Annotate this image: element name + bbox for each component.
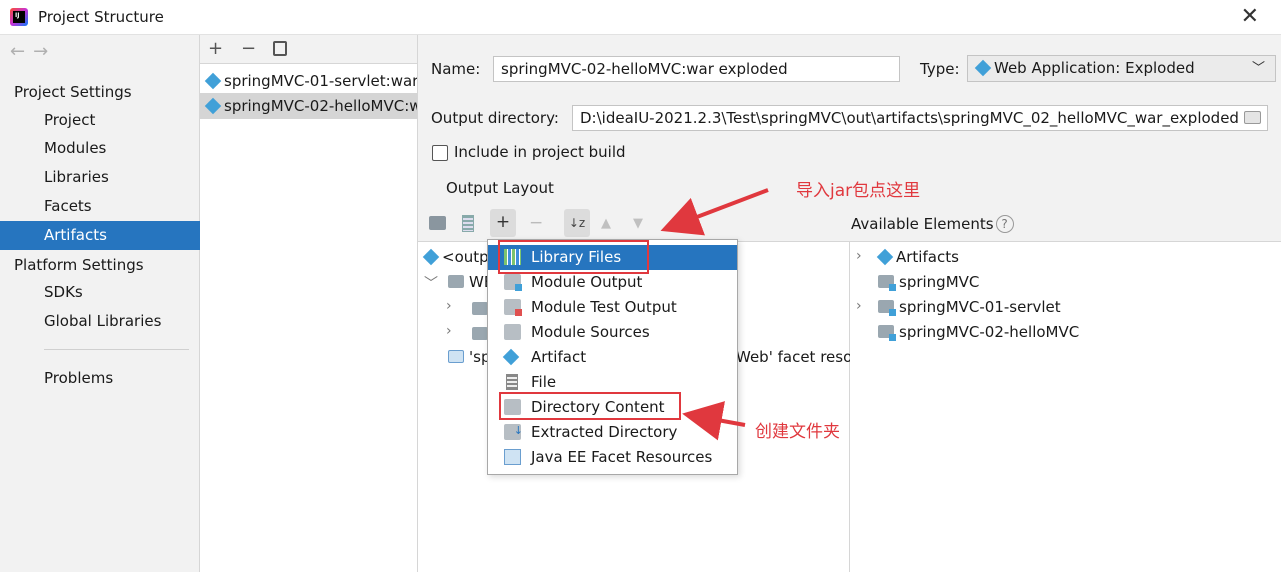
move-down-icon[interactable]: ▼ bbox=[633, 216, 643, 231]
type-dropdown[interactable]: Web Application: Exploded ﹀ bbox=[967, 55, 1276, 82]
artifact-icon bbox=[204, 72, 222, 90]
sort-icon[interactable]: ↓z bbox=[564, 209, 590, 237]
folder-icon bbox=[472, 327, 488, 340]
copy-icon[interactable] bbox=[273, 41, 287, 56]
include-in-build-checkbox[interactable] bbox=[432, 145, 448, 161]
output-layout-label: Output Layout bbox=[446, 179, 554, 197]
section-platform-settings: Platform Settings bbox=[14, 256, 144, 274]
help-icon[interactable]: ? bbox=[995, 215, 1014, 233]
remove-artifact-button[interactable]: − bbox=[241, 38, 256, 59]
folder-icon bbox=[472, 302, 488, 315]
back-forward-icons[interactable]: ←→ bbox=[10, 41, 56, 62]
highlight-box-directory-content bbox=[499, 392, 681, 420]
divider bbox=[44, 349, 189, 350]
chevron-right-icon[interactable]: › bbox=[446, 298, 452, 314]
menu-item-module-sources[interactable]: Module Sources bbox=[488, 320, 737, 345]
type-label: Type: bbox=[920, 60, 960, 78]
artifact-list-item-selected[interactable]: springMVC-02-helloMVC:war bbox=[200, 93, 417, 119]
include-in-build-label: Include in project build bbox=[454, 143, 626, 161]
close-icon[interactable]: ✕ bbox=[1241, 4, 1259, 29]
javaee-facet-icon bbox=[504, 449, 521, 465]
javaee-facet-icon bbox=[448, 350, 464, 363]
folder-icon bbox=[448, 275, 464, 288]
archive-icon[interactable] bbox=[462, 215, 474, 232]
available-elements-tree: › Artifacts springMVC › springMVC-01-ser… bbox=[850, 241, 1281, 572]
menu-item-artifact[interactable]: Artifact bbox=[488, 345, 737, 370]
name-field[interactable]: springMVC-02-helloMVC:war exploded bbox=[493, 56, 900, 82]
annotation-import-jar: 导入jar包点这里 bbox=[796, 181, 921, 201]
output-directory-field[interactable]: D:\ideaIU-2021.2.3\Test\springMVC\out\ar… bbox=[572, 105, 1268, 131]
sidebar-item-project[interactable]: Project bbox=[0, 106, 200, 135]
title-bar: IJ Project Structure ✕ bbox=[0, 0, 1281, 35]
available-item-artifacts[interactable]: Artifacts bbox=[876, 248, 959, 266]
module-output-icon bbox=[504, 274, 522, 291]
sidebar-item-global-libraries[interactable]: Global Libraries bbox=[0, 307, 200, 336]
available-elements-label: Available Elements? bbox=[851, 215, 1014, 233]
menu-item-module-test-output[interactable]: Module Test Output bbox=[488, 295, 737, 320]
module-icon bbox=[878, 275, 896, 291]
tree-row-facet-resources[interactable]: 'sp bbox=[448, 348, 490, 366]
output-directory-label: Output directory: bbox=[431, 109, 559, 127]
annotation-create-folder: 创建文件夹 bbox=[755, 422, 840, 442]
output-layout-toolbar: + − ↓z ▲ ▼ Available Elements? bbox=[418, 207, 1281, 241]
new-folder-icon[interactable] bbox=[429, 216, 446, 230]
remove-element-button[interactable]: − bbox=[529, 213, 543, 233]
window-title: Project Structure bbox=[38, 8, 164, 26]
available-item-module[interactable]: springMVC-02-helloMVC bbox=[878, 323, 1079, 341]
chevron-right-icon[interactable]: › bbox=[856, 248, 862, 264]
artifact-icon bbox=[876, 248, 894, 266]
move-up-icon[interactable]: ▲ bbox=[601, 216, 611, 231]
name-label: Name: bbox=[431, 60, 481, 78]
web-app-icon bbox=[974, 59, 992, 77]
chevron-down-icon: ﹀ bbox=[1251, 61, 1265, 76]
module-icon bbox=[878, 300, 896, 316]
artifact-icon bbox=[204, 97, 222, 115]
add-artifact-button[interactable]: + bbox=[208, 38, 223, 59]
artifacts-list-panel: + − springMVC-01-servlet:war springMVC-0… bbox=[200, 35, 418, 572]
sidebar-item-modules[interactable]: Modules bbox=[0, 134, 200, 163]
available-item-module[interactable]: springMVC-01-servlet bbox=[878, 298, 1061, 316]
module-test-output-icon bbox=[504, 299, 522, 316]
module-icon bbox=[878, 325, 896, 341]
module-sources-icon bbox=[504, 324, 521, 340]
settings-sidebar: ←→ Project Settings Project Modules Libr… bbox=[0, 35, 200, 572]
sidebar-item-problems[interactable]: Problems bbox=[0, 364, 200, 393]
intellij-app-icon: IJ bbox=[10, 8, 28, 26]
sidebar-item-sdks[interactable]: SDKs bbox=[0, 278, 200, 307]
chevron-right-icon[interactable]: › bbox=[856, 298, 862, 314]
menu-item-extracted-directory[interactable]: Extracted Directory bbox=[488, 418, 737, 445]
sidebar-item-libraries[interactable]: Libraries bbox=[0, 163, 200, 192]
section-project-settings: Project Settings bbox=[14, 83, 132, 101]
artifact-icon bbox=[422, 248, 440, 266]
artifacts-toolbar: + − bbox=[200, 35, 417, 64]
sidebar-item-facets[interactable]: Facets bbox=[0, 192, 200, 221]
artifact-list-item[interactable]: springMVC-01-servlet:war bbox=[200, 68, 417, 94]
add-element-menu: Library Files Module Output Module Test … bbox=[487, 239, 738, 475]
tree-row-output-root[interactable]: <outp bbox=[422, 248, 489, 266]
sidebar-item-artifacts[interactable]: Artifacts bbox=[0, 221, 200, 250]
available-item-module[interactable]: springMVC bbox=[878, 273, 979, 291]
menu-item-javaee-facet-resources[interactable]: Java EE Facet Resources bbox=[488, 445, 737, 470]
chevron-down-icon[interactable]: ﹀ bbox=[424, 273, 438, 293]
extracted-directory-icon bbox=[504, 418, 523, 443]
file-icon bbox=[506, 374, 518, 390]
artifact-icon bbox=[502, 348, 520, 366]
highlight-box-library-files bbox=[498, 240, 649, 274]
browse-folder-icon[interactable] bbox=[1244, 111, 1261, 124]
add-copy-of-button[interactable]: + bbox=[490, 209, 516, 237]
tree-row-facet-resources-tail: Web' facet resou bbox=[736, 348, 862, 366]
chevron-right-icon[interactable]: › bbox=[446, 323, 452, 339]
